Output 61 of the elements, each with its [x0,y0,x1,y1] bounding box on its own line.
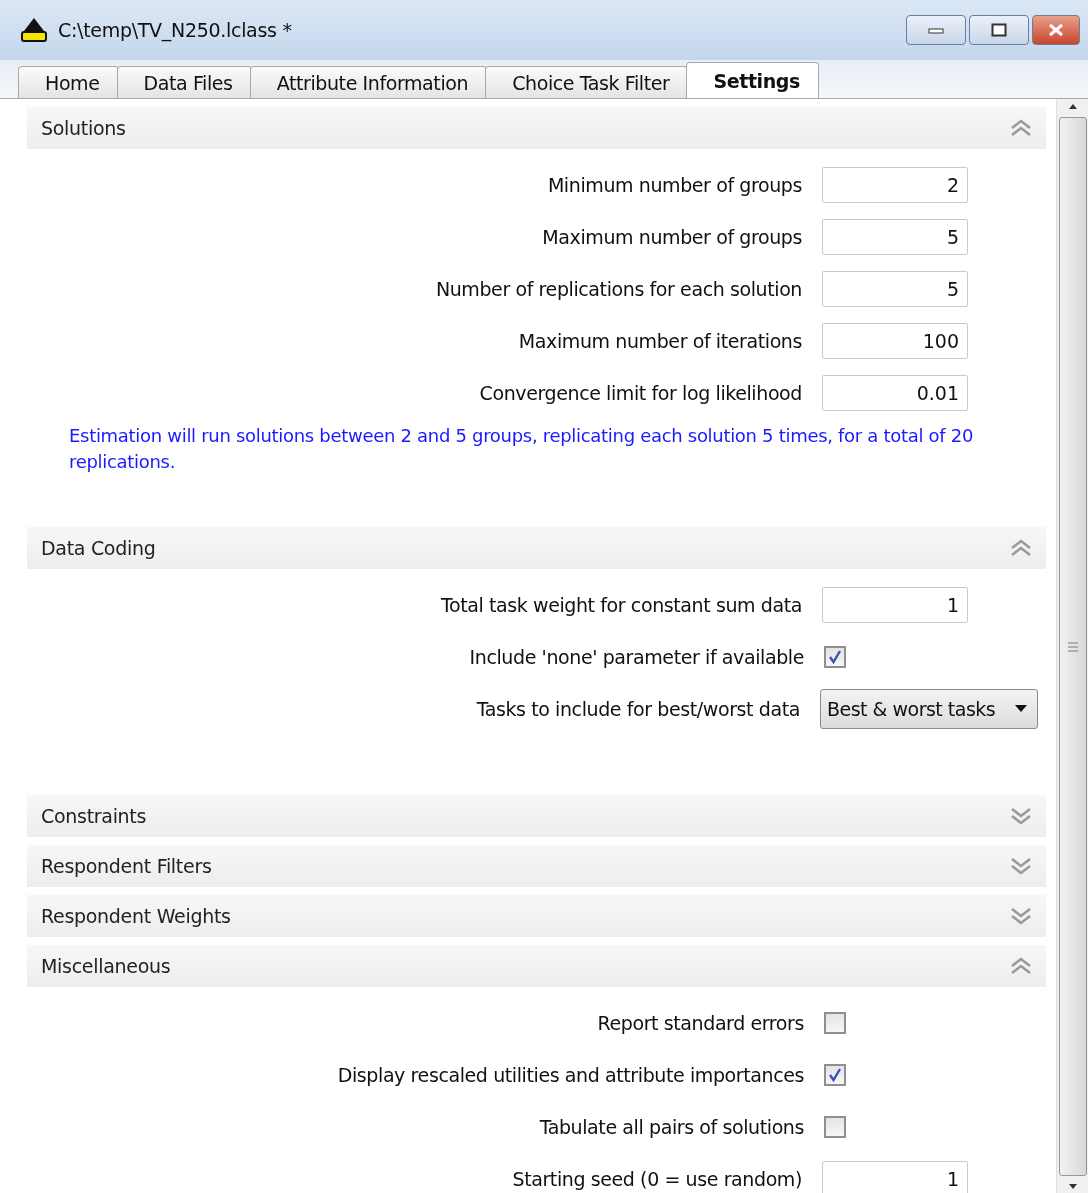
maximize-icon [991,23,1007,37]
setting-label: Minimum number of groups [547,174,802,196]
window-title: C:\temp\TV_N250.lclass * [58,19,293,41]
collapse-icon[interactable] [1010,956,1032,976]
input-field[interactable]: 100 [822,323,968,359]
input-field[interactable]: 1 [822,587,968,623]
section-title: Solutions [41,117,126,139]
section-title: Constraints [41,805,147,827]
minimize-icon [928,26,944,34]
setting-label: Tasks to include for best/worst data [476,698,800,720]
setting-label: Convergence limit for log likelihood [479,382,802,404]
setting-label: Number of replications for each solution [435,278,802,300]
dropdown[interactable]: Best & worst tasks [820,689,1038,729]
expand-icon[interactable] [1010,906,1032,926]
checkbox[interactable] [824,1064,846,1086]
section-title: Respondent Weights [41,905,231,927]
checkbox[interactable] [824,646,846,668]
checkbox[interactable] [824,1012,846,1034]
section-title: Respondent Filters [41,855,212,877]
maximize-button[interactable] [969,15,1029,45]
collapse-icon[interactable] [1010,118,1032,138]
section-header[interactable]: Respondent Filters [27,845,1046,887]
section-header[interactable]: Constraints [27,795,1046,837]
setting-label: Maximum number of groups [542,226,802,248]
close-icon [1047,23,1065,37]
input-field[interactable]: 5 [822,219,968,255]
setting-label: Include 'none' parameter if available [469,646,804,668]
setting-label: Total task weight for constant sum data [440,594,802,616]
setting-label: Starting seed (0 = use random) [512,1168,802,1190]
section-header[interactable]: Data Coding [27,527,1046,569]
setting-label: Report standard errors [597,1012,804,1034]
section-title: Data Coding [41,537,156,559]
close-button[interactable] [1032,15,1080,45]
setting-label: Tabulate all pairs of solutions [539,1116,804,1138]
tab[interactable]: Settings [686,62,819,98]
tab[interactable]: Attribute Information [249,66,488,98]
input-field[interactable]: 1 [822,1161,968,1193]
summary-text: Estimation will run solutions between 2 and 5 groups, replicating each solution 5 times, for a total of 20 replications. [68,424,975,474]
expand-icon[interactable] [1010,806,1032,826]
caret-icon [1015,705,1027,713]
setting-label: Display rescaled utilities and attribute importances [337,1064,804,1086]
checkmark-icon [828,1068,842,1082]
section-header[interactable]: Respondent Weights [27,895,1046,937]
tab[interactable]: Choice Task Filter [485,66,689,98]
input-field[interactable]: 0.01 [822,375,968,411]
app-logo-icon [20,17,48,43]
collapse-icon[interactable] [1010,538,1032,558]
section-header[interactable]: Miscellaneous [27,945,1046,987]
scrollbar[interactable] [1056,99,1088,1193]
expand-icon[interactable] [1010,856,1032,876]
minimize-button[interactable] [906,15,966,45]
checkbox[interactable] [824,1116,846,1138]
section-title: Miscellaneous [41,955,171,977]
checkmark-icon [828,650,842,664]
section-header[interactable]: Solutions [27,107,1046,149]
tab[interactable]: Home [18,66,119,98]
tab[interactable]: Data Files [116,66,252,98]
input-field[interactable]: 2 [822,167,968,203]
grip-icon [1067,640,1078,653]
setting-label: Maximum number of iterations [518,330,802,352]
input-field[interactable]: 5 [822,271,968,307]
